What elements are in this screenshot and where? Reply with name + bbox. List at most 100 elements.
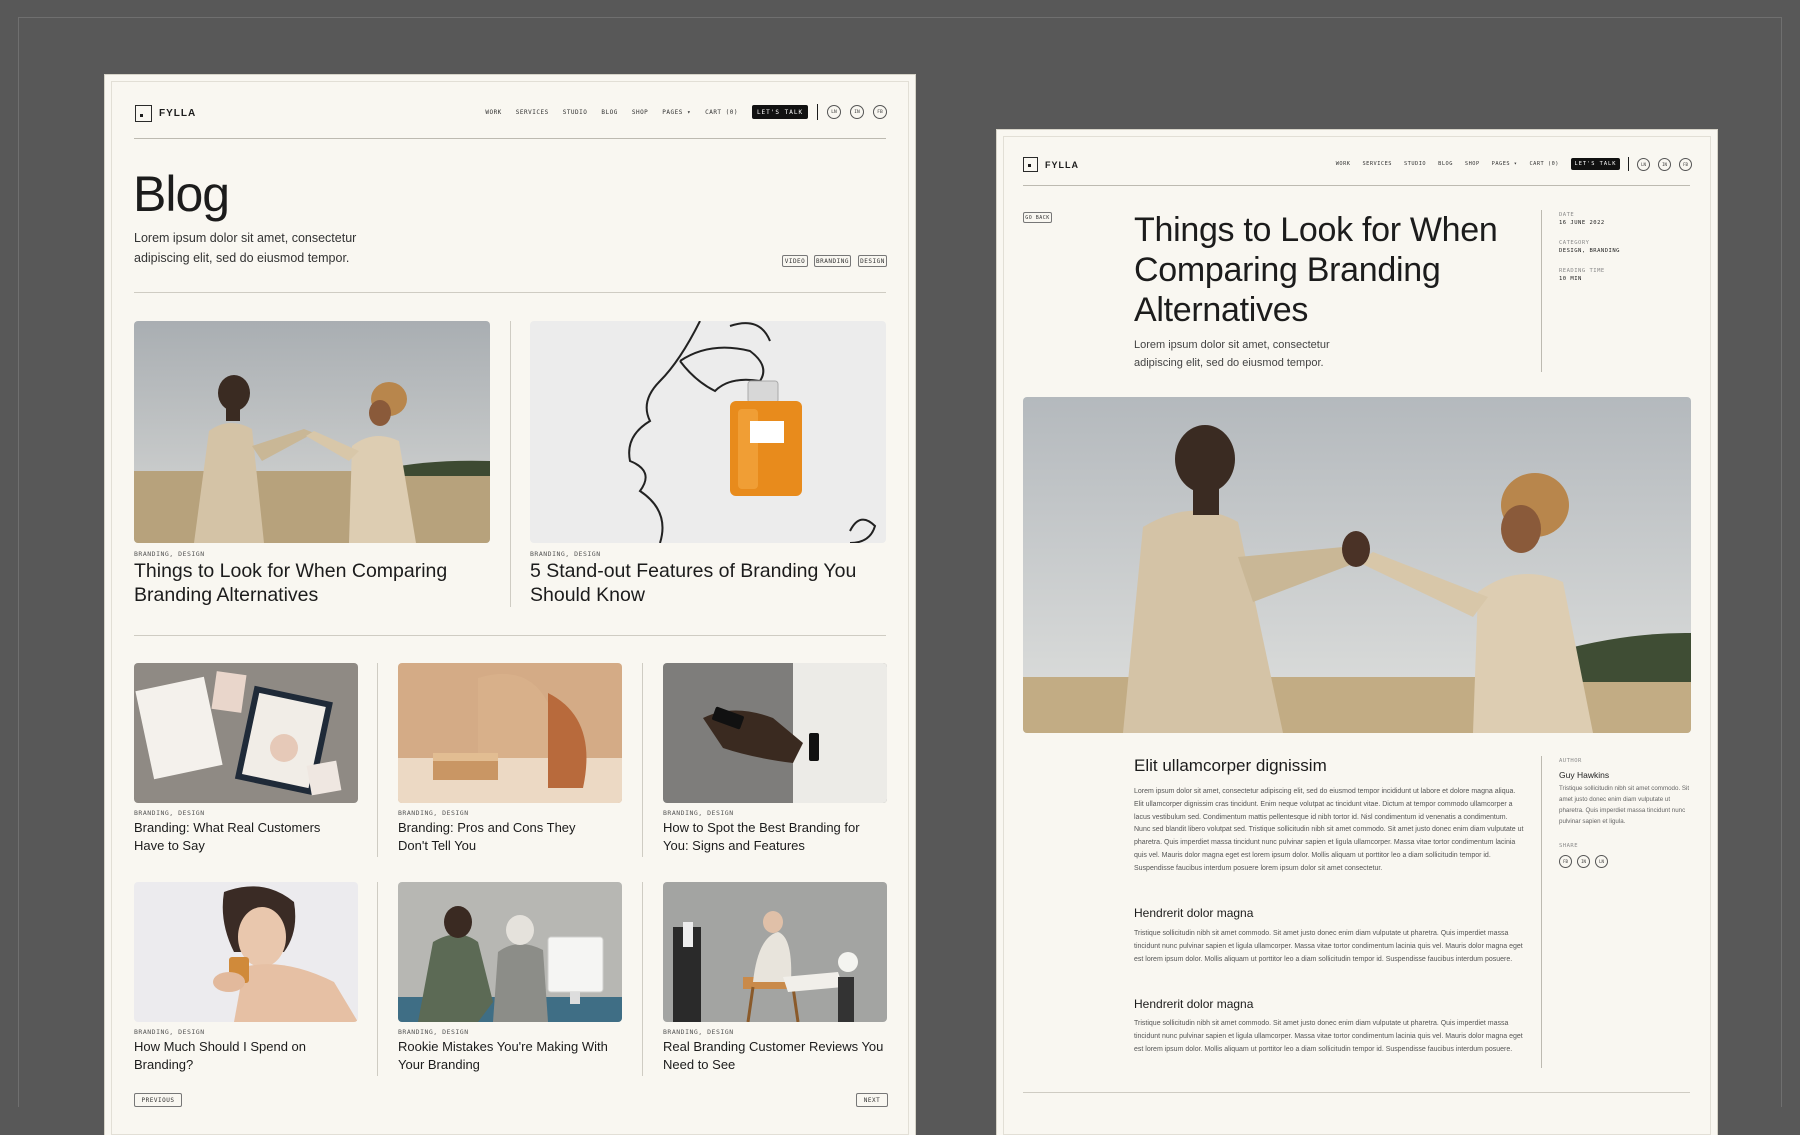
woman-illustration [134, 882, 358, 1022]
linkedin-icon[interactable]: LN [827, 105, 841, 119]
post-title[interactable]: How Much Should I Spend on Branding? [134, 1038, 334, 1073]
facebook-icon[interactable]: FB [1679, 157, 1692, 171]
nav-item-studio[interactable]: STUDIO [563, 109, 588, 116]
article-hero-image [1023, 397, 1691, 733]
header-divider [1023, 185, 1690, 186]
featured-post-image-perfume[interactable] [530, 321, 886, 543]
meta-value: 10 MIN [1559, 276, 1582, 282]
filter-video[interactable]: VIDEO [782, 255, 808, 267]
page-title: Blog [133, 166, 230, 222]
filter-branding[interactable]: BRANDING [814, 255, 851, 267]
phone-illustration [663, 663, 887, 803]
post-title[interactable]: Rookie Mistakes You're Making With Your … [398, 1038, 608, 1073]
featured-divider [510, 321, 511, 607]
nav-item-blog[interactable]: BLOG [1438, 161, 1453, 167]
nav-item-cart[interactable]: CART (0) [705, 109, 738, 116]
meta-category: CATEGORY DESIGN, BRANDING [1559, 240, 1620, 254]
post-category: BRANDING, DESIGN [663, 1028, 734, 1036]
post-image-phone[interactable] [663, 663, 887, 803]
section-body: Tristique sollicitudin nibh sit amet com… [1134, 930, 1523, 963]
instagram-share-icon[interactable]: IN [1577, 855, 1590, 868]
featured-post-title[interactable]: Things to Look for When Comparing Brandi… [134, 559, 484, 607]
post-image-woman-perfume[interactable] [134, 882, 358, 1022]
featured-post-category: BRANDING, DESIGN [530, 550, 601, 558]
post-category: BRANDING, DESIGN [134, 809, 205, 817]
nav-item-services[interactable]: SERVICES [1362, 161, 1392, 167]
section-heading: Elit ullamcorper dignissim [1134, 756, 1327, 775]
post-category: BRANDING, DESIGN [398, 809, 469, 817]
facebook-icon[interactable]: FB [873, 105, 887, 119]
meta-label: CATEGORY [1559, 240, 1590, 246]
article-page-card: FYLLA WORK SERVICES STUDIO BLOG SHOP PAG… [997, 130, 1717, 1135]
shapes-illustration [398, 663, 622, 803]
linkedin-icon[interactable]: LN [1637, 157, 1650, 171]
header-divider [134, 138, 886, 139]
post-image-stationery[interactable] [134, 663, 358, 803]
nav-item-studio[interactable]: STUDIO [1404, 161, 1426, 167]
post-title[interactable]: Branding: Pros and Cons They Don't Tell … [398, 819, 598, 854]
nav-item-pages[interactable]: PAGES ▾ [1492, 161, 1518, 167]
instagram-icon[interactable]: IN [850, 105, 864, 119]
post-image-reading-chair[interactable] [663, 882, 887, 1022]
section-body: Lorem ipsum dolor sit amet, consectetur … [1134, 788, 1524, 872]
brand-logo[interactable]: FYLLA [1023, 157, 1079, 172]
brand-logo[interactable]: FYLLA [135, 105, 196, 122]
go-back-button[interactable]: GO BACK [1023, 212, 1052, 223]
author-bio: Tristique sollicitudin nibh sit amet com… [1559, 785, 1690, 825]
post-category: BRANDING, DESIGN [663, 809, 734, 817]
featured-post-image-couple[interactable] [134, 321, 490, 543]
meta-label: READING TIME [1559, 268, 1605, 274]
meta-divider [1541, 210, 1542, 372]
instagram-icon[interactable]: IN [1658, 157, 1671, 171]
post-title[interactable]: Branding: What Real Customers Have to Sa… [134, 819, 354, 854]
logo-mark-icon [1023, 157, 1038, 172]
couple-photo-illustration [134, 321, 490, 543]
post-title[interactable]: How to Spot the Best Branding for You: S… [663, 819, 887, 854]
nav-item-shop[interactable]: SHOP [632, 109, 648, 116]
article-bottom-divider [1023, 1092, 1690, 1093]
filter-design[interactable]: DESIGN [858, 255, 887, 267]
section-body: Tristique sollicitudin nibh sit amet com… [1134, 1020, 1523, 1053]
page-intro: Lorem ipsum dolor sit amet, consectetur … [134, 231, 357, 265]
section-heading: Hendrerit dolor magna [1134, 997, 1254, 1011]
post-image-office[interactable] [398, 882, 622, 1022]
brand-name: FYLLA [159, 108, 197, 119]
article-meta: DATE 16 JUNE 2022 CATEGORY DESIGN, BRAND… [1559, 212, 1620, 282]
article-intro: Lorem ipsum dolor sit amet, consectetur … [1134, 339, 1330, 369]
reading-illustration [663, 882, 887, 1022]
grid-divider [642, 882, 643, 1076]
post-image-shapes[interactable] [398, 663, 622, 803]
canvas-guide-top [18, 17, 1782, 18]
meta-value: DESIGN, BRANDING [1559, 248, 1620, 254]
nav-item-services[interactable]: SERVICES [516, 109, 549, 116]
author-name[interactable]: Guy Hawkins [1559, 770, 1691, 780]
filters-divider [134, 292, 886, 293]
nav-item-work[interactable]: WORK [485, 109, 501, 116]
section-heading: Hendrerit dolor magna [1134, 906, 1254, 920]
nav-item-pages[interactable]: PAGES ▾ [662, 109, 691, 116]
previous-page-button[interactable]: PREVIOUS [134, 1093, 182, 1107]
nav-item-shop[interactable]: SHOP [1465, 161, 1480, 167]
author-label: AUTHOR [1559, 758, 1582, 764]
linkedin-share-icon[interactable]: LN [1595, 855, 1608, 868]
featured-post-title[interactable]: 5 Stand-out Features of Branding You Sho… [530, 559, 880, 607]
grid-divider [377, 663, 378, 857]
meta-label: DATE [1559, 212, 1575, 218]
post-title[interactable]: Real Branding Customer Reviews You Need … [663, 1038, 887, 1073]
stationery-illustration [134, 663, 358, 803]
nav-divider [1628, 157, 1629, 171]
author-panel: AUTHOR Guy Hawkins Tristique sollicitudi… [1559, 758, 1691, 868]
nav-item-work[interactable]: WORK [1336, 161, 1351, 167]
author-divider [1541, 756, 1542, 1068]
meta-date: DATE 16 JUNE 2022 [1559, 212, 1620, 226]
article-title: Things to Look for When Comparing Brandi… [1134, 211, 1498, 329]
next-page-button[interactable]: NEXT [856, 1093, 888, 1107]
meta-reading-time: READING TIME 10 MIN [1559, 268, 1620, 282]
lets-talk-button[interactable]: LET'S TALK [1571, 158, 1620, 170]
nav-item-cart[interactable]: CART (0) [1529, 161, 1559, 167]
main-nav: WORK SERVICES STUDIO BLOG SHOP PAGES ▾ C… [1336, 157, 1692, 171]
post-category: BRANDING, DESIGN [398, 1028, 469, 1036]
lets-talk-button[interactable]: LET'S TALK [752, 105, 808, 119]
nav-item-blog[interactable]: BLOG [601, 109, 617, 116]
facebook-share-icon[interactable]: FB [1559, 855, 1572, 868]
